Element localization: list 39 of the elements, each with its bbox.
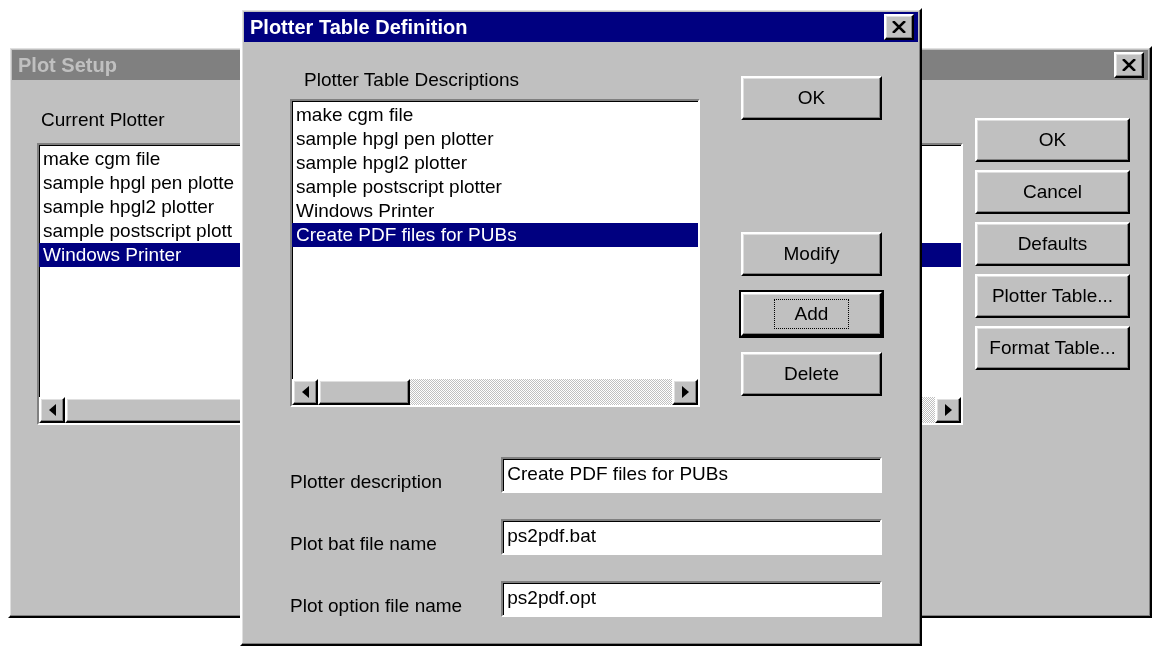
list-item[interactable]: Create PDF files for PUBs [292, 222, 698, 247]
horizontal-scrollbar[interactable] [292, 378, 698, 405]
list-item[interactable]: sample hpgl2 plotter [292, 150, 698, 175]
left-triangle-icon [48, 403, 56, 416]
scroll-thumb[interactable] [318, 378, 410, 405]
list-item[interactable]: sample postscript plotter [292, 174, 698, 199]
list-label: Current Plotter [41, 108, 165, 132]
dialog-button[interactable]: Delete [741, 352, 882, 396]
text-field[interactable]: Create PDF files for PUBs [501, 456, 882, 493]
dialog-button[interactable]: Defaults [975, 222, 1130, 266]
scroll-arrow-button[interactable] [935, 396, 961, 423]
close-button[interactable] [1114, 52, 1144, 78]
dialog-button[interactable]: Add [741, 292, 882, 336]
left-triangle-icon [301, 385, 309, 398]
dialog-button[interactable]: OK [741, 76, 882, 120]
field-label: Plot option file name [290, 594, 464, 618]
dialog-button[interactable]: Plotter Table... [975, 274, 1130, 318]
text-field[interactable]: ps2pdf.bat [501, 518, 882, 555]
dialog-button[interactable]: Modify [741, 232, 882, 276]
field-label: Plotter description [290, 470, 444, 494]
dialog-button[interactable]: Cancel [975, 170, 1130, 214]
close-icon [892, 21, 906, 33]
right-triangle-icon [944, 403, 952, 416]
scroll-arrow-button[interactable] [672, 378, 698, 405]
field-label: Plot bat file name [290, 532, 438, 556]
scroll-arrow-button[interactable] [39, 396, 65, 423]
close-button[interactable] [884, 14, 914, 40]
scroll-arrow-button[interactable] [292, 378, 318, 405]
window-title: Plot Setup [18, 53, 117, 78]
dialog-button[interactable]: Format Table... [975, 326, 1130, 370]
close-icon [1122, 59, 1136, 71]
list-item[interactable]: make cgm file [292, 102, 698, 127]
window-title: Plotter Table Definition [250, 15, 468, 40]
right-triangle-icon [681, 385, 689, 398]
list-label: Plotter Table Descriptions [304, 68, 520, 92]
dialog-button[interactable]: OK [975, 118, 1130, 162]
list-item[interactable]: Windows Printer [292, 198, 698, 223]
text-field[interactable]: ps2pdf.opt [501, 580, 882, 617]
list-item[interactable]: sample hpgl pen plotter [292, 126, 698, 151]
